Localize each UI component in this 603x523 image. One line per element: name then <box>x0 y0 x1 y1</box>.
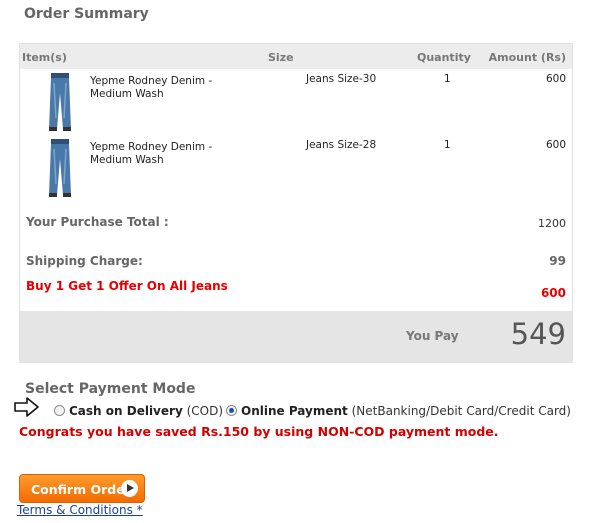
header-size: Size <box>268 51 294 64</box>
cod-note: (COD) <box>186 404 224 418</box>
cod-label: Cash on Delivery <box>69 404 183 418</box>
item-amount: 600 <box>545 73 566 85</box>
page-title: Order Summary <box>24 6 149 22</box>
header-quantity: Quantity <box>417 51 471 64</box>
online-payment-label: Online Payment <box>241 404 348 418</box>
cod-radio[interactable] <box>54 405 65 416</box>
item-name: Yepme Rodney Denim - Medium Wash <box>90 75 213 100</box>
purchase-total-value: 1200 <box>538 217 566 230</box>
online-payment-note: (NetBanking/Debit Card/Credit Card) <box>351 404 571 418</box>
confirm-order-label: Confirm Order <box>31 482 131 497</box>
online-payment-option[interactable]: Online Payment (NetBanking/Debit Card/Cr… <box>241 404 571 418</box>
item-name: Yepme Rodney Denim - Medium Wash <box>90 141 213 166</box>
online-payment-radio[interactable] <box>226 405 237 416</box>
header-items: Item(s) <box>22 51 67 64</box>
offer-label: Buy 1 Get 1 Offer On All Jeans <box>26 279 228 293</box>
you-pay-value: 549 <box>510 317 566 351</box>
item-quantity: 1 <box>444 73 451 85</box>
play-icon <box>121 480 138 497</box>
savings-message: Congrats you have saved Rs.150 by using … <box>19 424 499 439</box>
item-size: Jeans Size-30 <box>306 73 377 85</box>
purchase-total-label: Your Purchase Total : <box>26 215 169 229</box>
item-size: Jeans Size-28 <box>306 139 377 151</box>
offer-value: 600 <box>540 286 566 300</box>
shipping-label: Shipping Charge: <box>26 254 143 268</box>
jeans-thumbnail-icon[interactable] <box>42 139 78 197</box>
you-pay-bar: You Pay 549 <box>20 311 572 362</box>
payment-mode-title: Select Payment Mode <box>25 381 196 397</box>
header-amount: Amount (Rs) <box>488 51 566 64</box>
table-row: Yepme Rodney Denim - Medium Wash Jeans S… <box>20 137 572 201</box>
terms-link[interactable]: Terms & Conditions * <box>17 503 143 517</box>
confirm-order-button[interactable]: Confirm Order <box>19 474 145 503</box>
you-pay-label: You Pay <box>406 329 459 343</box>
cod-option[interactable]: Cash on Delivery (COD) <box>69 404 223 418</box>
order-summary-table: Item(s) Size Quantity Amount (Rs) Yepme … <box>19 43 573 363</box>
jeans-thumbnail-icon[interactable] <box>42 73 78 131</box>
shipping-value: 99 <box>549 254 566 268</box>
item-quantity: 1 <box>444 139 451 151</box>
table-row: Yepme Rodney Denim - Medium Wash Jeans S… <box>20 71 572 135</box>
item-amount: 600 <box>545 139 566 151</box>
table-header: Item(s) Size Quantity Amount (Rs) <box>20 44 572 69</box>
arrow-right-icon <box>14 397 39 417</box>
